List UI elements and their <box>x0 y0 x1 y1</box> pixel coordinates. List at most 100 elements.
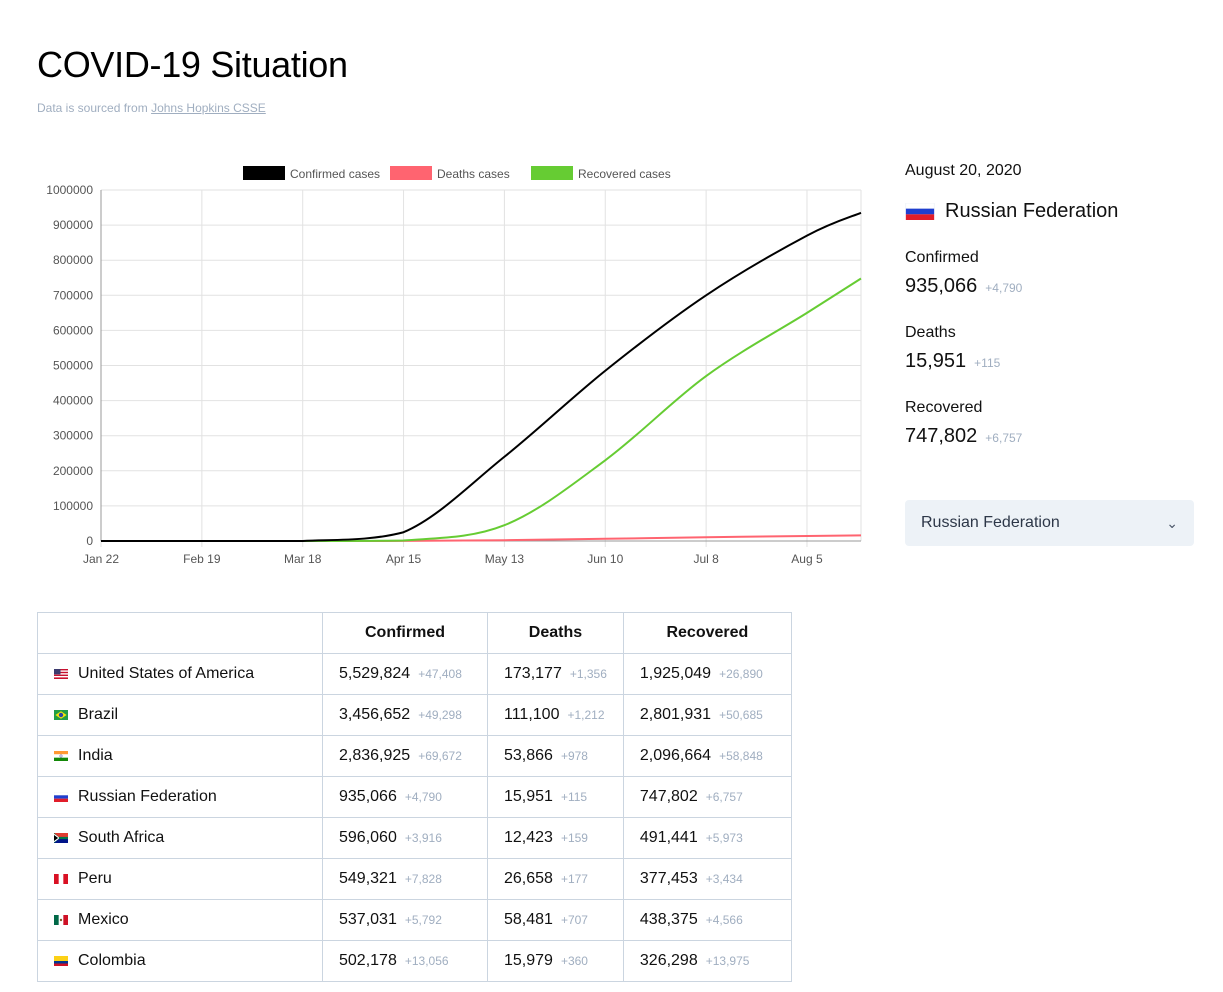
legend-swatch <box>243 166 285 180</box>
country-name: South Africa <box>78 829 165 846</box>
deaths-value: 26,658 <box>504 870 553 887</box>
recovered-value: 747,802 <box>905 425 978 447</box>
recovered-cell: 1,925,049 +26,890 <box>622 653 792 695</box>
confirmed-value: 502,178 <box>339 952 397 969</box>
source-link[interactable]: Johns Hopkins CSSE <box>151 101 266 115</box>
confirmed-delta: +5,792 <box>404 913 442 927</box>
confirmed-value: 5,529,824 <box>339 665 411 682</box>
y-tick-label: 200000 <box>53 464 93 478</box>
country-cell: Brazil <box>37 694 323 736</box>
recovered-delta: +26,890 <box>719 667 763 681</box>
deaths-cell: 15,951 +115 <box>487 776 624 818</box>
country-name: Colombia <box>78 952 146 969</box>
country-name: Russian Federation <box>945 200 1119 222</box>
confirmed-delta: +4,790 <box>404 790 442 804</box>
deaths-delta: +115 <box>560 790 588 804</box>
country-column-header <box>37 612 323 654</box>
table-row: United States of America 5,529,824 +47,408… <box>37 653 792 695</box>
recovered-value: 326,298 <box>639 952 698 969</box>
pe-flag-icon <box>54 874 68 884</box>
x-tick-label: Mar 18 <box>284 552 322 566</box>
recovered-delta: +4,566 <box>705 913 743 927</box>
country-select[interactable]: Russian Federation ⌄ <box>905 500 1194 546</box>
x-tick-label: Jun 10 <box>587 552 623 566</box>
chevron-down-icon: ⌄ <box>1166 514 1178 531</box>
table-row: Brazil 3,456,652 +49,298 111,100 +1,212 2,801… <box>37 694 792 736</box>
recovered-delta: +58,848 <box>719 749 763 763</box>
us-flag-icon <box>54 669 68 679</box>
deaths-value: 12,423 <box>504 829 553 846</box>
deaths-delta: +1,356 <box>569 667 607 681</box>
confirmed-cell: 2,836,925 +69,672 <box>322 735 488 777</box>
deaths-cell: 53,866 +978 <box>487 735 624 777</box>
confirmed-cell: 3,456,652 +49,298 <box>322 694 488 736</box>
recovered-delta: +6,757 <box>985 431 1023 445</box>
recovered-column-header: Recovered <box>622 612 792 654</box>
country-cell: Colombia <box>37 940 323 982</box>
country-cell: India <box>37 735 323 777</box>
table-row: Colombia 502,178 +13,056 15,979 +360 326,298 +… <box>37 940 792 982</box>
deaths-value: 15,951 <box>905 350 967 372</box>
recovered-delta: +5,973 <box>705 831 743 845</box>
series-line <box>101 277 862 542</box>
recovered-value: 1,925,049 <box>639 665 712 682</box>
deaths-delta: +177 <box>560 872 588 886</box>
deaths-cell: 12,423 +159 <box>487 817 624 859</box>
y-tick-label: 0 <box>86 534 93 548</box>
y-tick-label: 400000 <box>53 394 93 408</box>
selected-country: Russian Federation <box>905 200 1195 223</box>
country-cell: Russian Federation <box>37 776 323 818</box>
country-table: Confirmed Deaths Recovered United States… <box>37 612 792 982</box>
country-name: Russian Federation <box>78 788 217 805</box>
country-name: United States of America <box>78 665 255 682</box>
confirmed-value: 2,836,925 <box>339 747 411 764</box>
confirmed-cell: 502,178 +13,056 <box>322 940 488 982</box>
confirmed-delta: +4,790 <box>985 281 1023 295</box>
mx-flag-icon <box>54 915 68 925</box>
co-flag-icon <box>54 956 68 966</box>
deaths-stat: 15,951 +115 <box>905 350 1195 373</box>
table-row: India 2,836,925 +69,672 53,866 +978 2,096,664… <box>37 735 792 777</box>
br-flag-icon <box>54 710 68 720</box>
recovered-value: 2,096,664 <box>639 747 712 764</box>
country-cell: South Africa <box>37 817 323 859</box>
deaths-column-header: Deaths <box>487 612 624 654</box>
table-row: Peru 549,321 +7,828 26,658 +177 377,453 +3,434 <box>37 858 792 900</box>
deaths-value: 111,100 <box>504 706 560 723</box>
deaths-cell: 111,100 +1,212 <box>487 694 624 736</box>
confirmed-label: Confirmed <box>905 249 979 266</box>
confirmed-value: 549,321 <box>339 870 397 887</box>
legend-swatch <box>390 166 432 180</box>
table-row: Russian Federation 935,066 +4,790 15,951 +11… <box>37 776 792 818</box>
y-tick-label: 600000 <box>53 323 93 337</box>
y-tick-label: 1000000 <box>46 183 93 197</box>
deaths-delta: +360 <box>560 954 588 968</box>
recovered-delta: +6,757 <box>705 790 743 804</box>
recovered-cell: 2,801,931 +50,685 <box>622 694 792 736</box>
table-row: Mexico 537,031 +5,792 58,481 +707 438,375 +4,5… <box>37 899 792 941</box>
confirmed-delta: +7,828 <box>404 872 442 886</box>
ru-flag-icon <box>905 203 935 220</box>
deaths-value: 53,866 <box>504 747 553 764</box>
page-title: COVID-19 Situation <box>37 44 348 85</box>
country-summary: August 20, 2020 Russian Federation Confi… <box>905 160 1195 448</box>
recovered-delta: +3,434 <box>705 872 743 886</box>
y-tick-label: 100000 <box>53 499 93 513</box>
deaths-value: 15,951 <box>504 788 553 805</box>
recovered-stat: 747,802 +6,757 <box>905 425 1195 448</box>
deaths-delta: +115 <box>974 356 1001 370</box>
table-header-row: Confirmed Deaths Recovered <box>37 612 792 654</box>
ru-flag-icon <box>54 792 68 802</box>
confirmed-cell: 5,529,824 +47,408 <box>322 653 488 695</box>
recovered-cell: 438,375 +4,566 <box>622 899 792 941</box>
data-source-note: Data is sourced from Johns Hopkins CSSE <box>37 101 266 115</box>
source-prefix: Data is sourced from <box>37 101 148 115</box>
legend-label: Confirmed cases <box>290 167 380 181</box>
recovered-cell: 2,096,664 +58,848 <box>622 735 792 777</box>
legend-swatch <box>531 166 573 180</box>
cases-line-chart: 0 100000 200000 300000 400000 500000 600000 700… <box>46 166 862 566</box>
country-select-value: Russian Federation <box>921 514 1060 531</box>
y-tick-label: 500000 <box>53 359 93 373</box>
confirmed-stat: 935,066 +4,790 <box>905 275 1195 298</box>
y-tick-label: 700000 <box>53 288 93 302</box>
